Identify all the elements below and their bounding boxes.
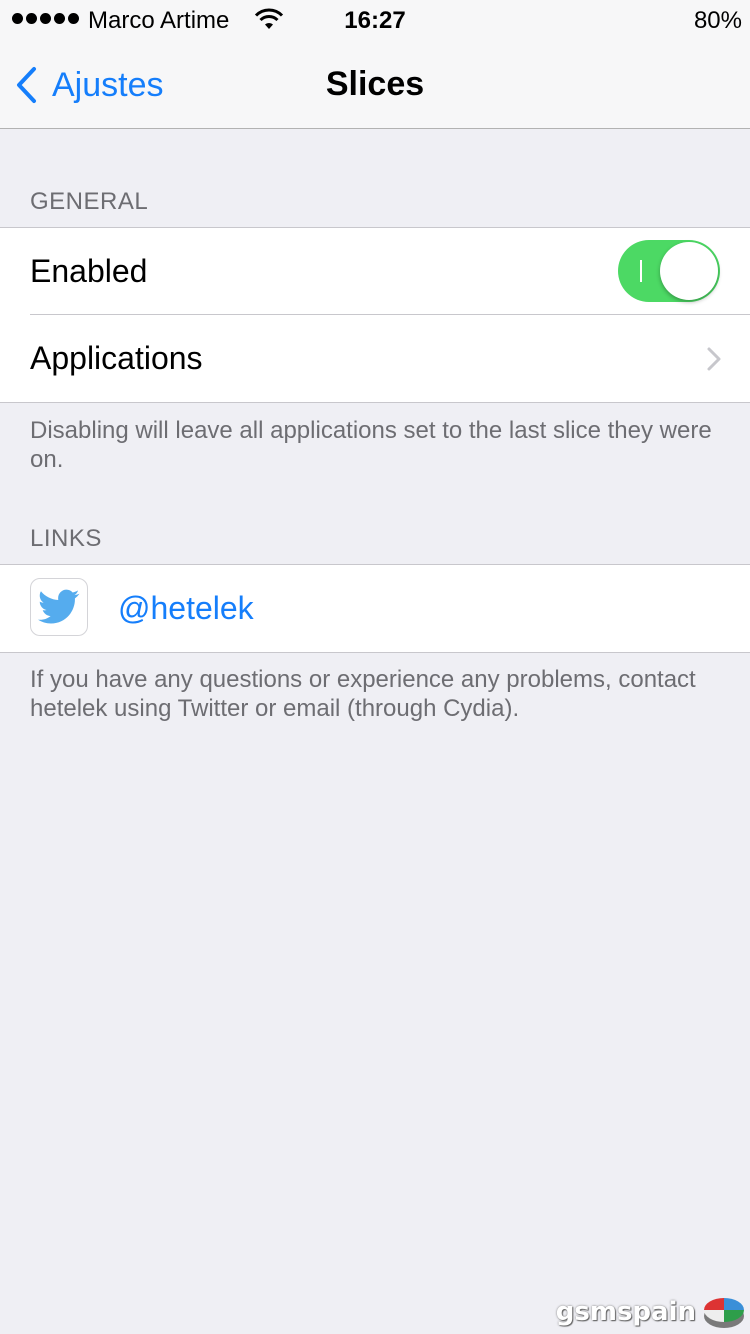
page-title: Slices	[325, 65, 425, 103]
enabled-row: Enabled	[0, 228, 750, 315]
watermark-text: gsmspain	[555, 1297, 696, 1327]
status-bar: Marco Artime 16:27 80%	[0, 0, 750, 40]
section-header-general: GENERAL	[30, 188, 149, 215]
applications-label: Applications	[30, 340, 203, 376]
section-header-links: LINKS	[30, 525, 102, 552]
battery-level: 80%	[693, 7, 742, 34]
links-group: @hetelek	[0, 564, 750, 653]
general-footer-text: Disabling will leave all applications se…	[30, 417, 712, 473]
enabled-label: Enabled	[30, 253, 148, 289]
chevron-right-icon	[707, 347, 721, 371]
applications-row[interactable]: Applications	[0, 315, 750, 402]
toggle-knob	[660, 242, 718, 300]
twitter-icon-tile	[30, 578, 88, 636]
watermark-logo: gsmspain	[556, 1294, 746, 1330]
toggle-on-mark	[640, 260, 642, 282]
navigation-bar: Ajustes Slices	[0, 40, 750, 129]
twitter-handle-link: @hetelek	[118, 590, 254, 626]
twitter-link-row[interactable]: @hetelek	[0, 565, 750, 652]
general-group: Enabled Applications	[0, 227, 750, 403]
twitter-bird-icon	[38, 589, 80, 624]
enabled-toggle[interactable]	[618, 240, 720, 302]
watermark-pie-icon	[704, 1298, 744, 1328]
links-footer-text: If you have any questions or experience …	[30, 666, 696, 722]
clock: 16:27	[344, 7, 406, 34]
